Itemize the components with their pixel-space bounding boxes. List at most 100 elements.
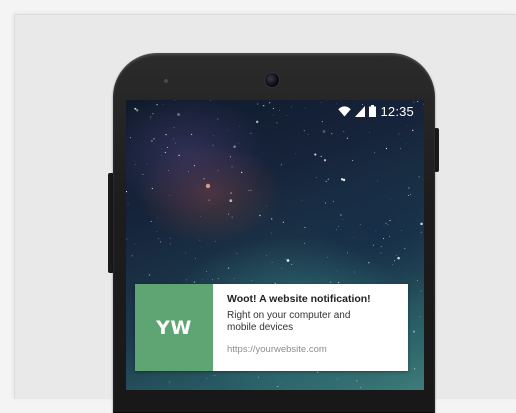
star [324, 202, 327, 204]
star [226, 130, 228, 131]
star [410, 193, 412, 195]
star [169, 194, 171, 196]
star [211, 279, 213, 281]
star [148, 274, 151, 276]
star [257, 376, 259, 378]
star [343, 130, 345, 133]
star [317, 371, 319, 373]
star [303, 242, 305, 244]
star [332, 200, 334, 203]
front-camera [265, 73, 279, 87]
star [169, 237, 171, 239]
star [420, 290, 422, 292]
status-bar: 12:35 [126, 100, 424, 122]
star [346, 252, 349, 254]
star [353, 237, 355, 239]
star [323, 159, 327, 162]
star [126, 238, 128, 240]
star [156, 216, 158, 218]
star [336, 378, 338, 380]
star [134, 243, 136, 245]
star [229, 199, 233, 202]
site-logo-text: YW [156, 316, 192, 339]
star [146, 163, 148, 165]
star [406, 125, 408, 127]
star [380, 252, 382, 254]
star [250, 189, 252, 191]
notification-url: https://yourwebsite.com [227, 344, 327, 355]
star [276, 122, 278, 124]
star [399, 148, 401, 150]
star [420, 231, 422, 233]
star [342, 218, 344, 220]
star [160, 154, 162, 156]
star [214, 374, 216, 376]
star [251, 280, 253, 281]
star [229, 156, 231, 158]
star [277, 386, 279, 387]
star [336, 270, 338, 272]
star [387, 224, 389, 226]
star [271, 262, 273, 263]
web-notification[interactable]: YW Woot! A website notification! Right o… [135, 284, 408, 371]
star [327, 178, 329, 180]
star [397, 256, 400, 260]
star [169, 243, 171, 245]
star [330, 281, 332, 283]
star [316, 177, 317, 179]
star [314, 153, 317, 156]
star [285, 258, 287, 260]
star [338, 226, 339, 228]
wifi-icon [338, 105, 352, 117]
star [373, 151, 376, 154]
star [356, 380, 358, 382]
star [217, 169, 219, 171]
star [265, 205, 267, 207]
star [193, 281, 196, 283]
phone-sensor [164, 79, 168, 83]
site-logo: YW [135, 284, 213, 371]
star [178, 154, 180, 157]
star [372, 244, 375, 246]
star [346, 137, 349, 139]
star [173, 138, 175, 140]
star [406, 143, 407, 145]
star [286, 259, 290, 262]
star [383, 225, 385, 226]
star [231, 216, 233, 218]
star [212, 144, 214, 146]
star [206, 378, 208, 379]
star [167, 146, 168, 148]
star [382, 238, 385, 240]
star [335, 229, 337, 231]
star [208, 199, 210, 201]
star [203, 178, 205, 180]
star [368, 131, 370, 133]
star [396, 255, 398, 256]
star [227, 213, 229, 215]
star [206, 271, 208, 272]
star [389, 219, 391, 222]
star [322, 130, 326, 133]
star [325, 180, 327, 183]
star [360, 387, 362, 388]
star [375, 230, 377, 232]
star [153, 138, 155, 140]
star [129, 137, 131, 139]
star [150, 220, 152, 222]
star [331, 133, 333, 135]
star [186, 279, 188, 281]
star [215, 241, 216, 243]
star [404, 247, 406, 250]
star [173, 127, 175, 128]
clock: 12:35 [380, 103, 414, 119]
star [418, 176, 420, 178]
star [412, 129, 414, 132]
star [190, 133, 193, 136]
star [412, 330, 415, 333]
star [295, 153, 296, 155]
star [151, 140, 153, 142]
star [280, 164, 283, 166]
star [359, 223, 361, 226]
star [200, 216, 202, 218]
